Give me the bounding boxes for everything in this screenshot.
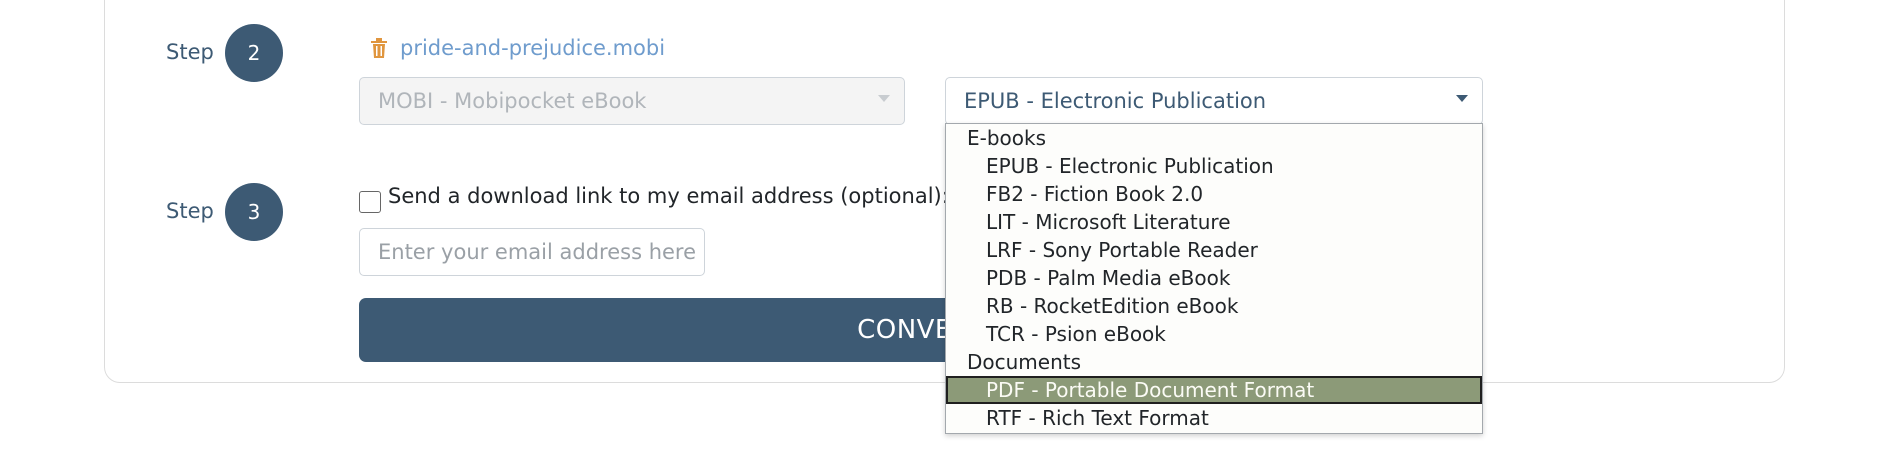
option-tcr[interactable]: TCR - Psion eBook: [946, 320, 1482, 348]
option-rb[interactable]: RB - RocketEdition eBook: [946, 292, 1482, 320]
chevron-down-icon: [1456, 95, 1468, 102]
optgroup-ebooks: E-books: [967, 126, 1047, 150]
option-pdb[interactable]: PDB - Palm Media eBook: [946, 264, 1482, 292]
option-fb2[interactable]: FB2 - Fiction Book 2.0: [946, 180, 1482, 208]
step-3-label: Step: [166, 199, 214, 223]
target-format-dropdown[interactable]: E-books EPUB - Electronic Publication FB…: [945, 123, 1483, 434]
email-input[interactable]: [359, 228, 705, 276]
step-3-circle: 3: [225, 183, 283, 241]
option-lit[interactable]: LIT - Microsoft Literature: [946, 208, 1482, 236]
source-format-select: MOBI - Mobipocket eBook: [359, 77, 905, 125]
email-link-checkbox[interactable]: [359, 191, 381, 213]
step-2-circle: 2: [225, 24, 283, 82]
option-rtf[interactable]: RTF - Rich Text Format: [946, 404, 1482, 432]
source-format-value: MOBI - Mobipocket eBook: [378, 89, 647, 113]
option-pdf[interactable]: PDF - Portable Document Format: [946, 376, 1482, 404]
uploaded-file: pride-and-prejudice.mobi: [370, 36, 665, 60]
option-lrf[interactable]: LRF - Sony Portable Reader: [946, 236, 1482, 264]
file-name-link[interactable]: pride-and-prejudice.mobi: [400, 36, 665, 60]
step-2-label: Step: [166, 40, 214, 64]
trash-icon[interactable]: [370, 37, 388, 59]
option-epub[interactable]: EPUB - Electronic Publication: [946, 152, 1482, 180]
optgroup-documents: Documents: [967, 350, 1082, 374]
chevron-down-icon: [878, 95, 890, 102]
target-format-select[interactable]: EPUB - Electronic Publication: [945, 77, 1483, 125]
email-link-label: Send a download link to my email address…: [388, 184, 949, 208]
target-format-value: EPUB - Electronic Publication: [964, 89, 1267, 113]
